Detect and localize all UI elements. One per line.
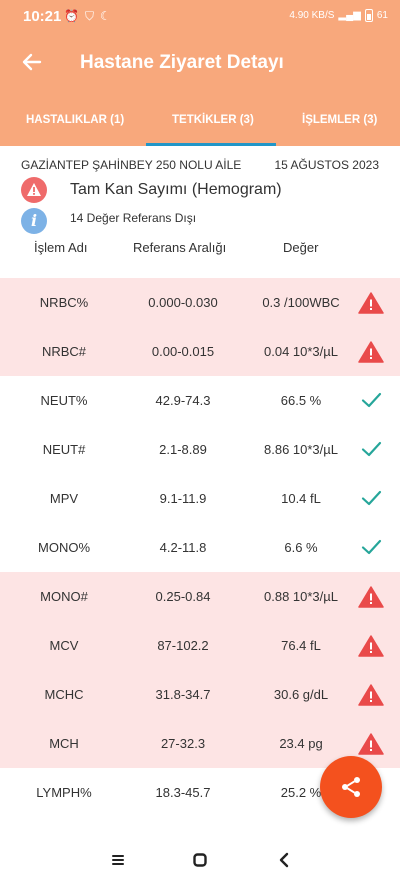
test-value: 10.4 fL [281,491,321,506]
reference-range: 0.00-0.015 [151,344,215,359]
alarm-icon: ⏰ [64,9,79,23]
test-code: LYMPH% [36,785,92,800]
back-chevron-icon[interactable] [276,852,292,868]
status-indicators: ⏰ ⛉ ☾ [64,9,111,23]
check-icon [361,441,382,457]
table-row: NRBC% 0.000-0.030 0.3 /100WBC [0,278,400,327]
reference-range: 0.25-0.84 [155,589,211,604]
facility-name: GAZİANTEP ŞAHİNBEY 250 NOLU AİLE [21,158,242,172]
vpn-shield-icon: ⛉ [84,9,94,23]
reference-range: 27-32.3 [160,736,206,751]
battery-icon [364,9,373,22]
visit-date: 15 AĞUSTOS 2023 [274,158,379,172]
tab-bar: HASTALIKLAR (1) TETKİKLER (3) İŞLEMLER (… [0,96,400,146]
check-icon [361,490,382,506]
moon-icon: ☾ [99,9,111,23]
test-value: 0.88 10*3/µL [264,589,338,604]
test-value: 30.6 g/dL [273,687,329,702]
test-value: 66.5 % [280,393,322,408]
system-nav-bar [0,834,400,888]
recents-icon[interactable] [110,852,126,868]
check-icon [361,392,382,408]
out-of-range-count: 14 Değer Referans Dışı [70,211,197,225]
warning-icon [358,733,384,755]
reference-range: 2.1-8.89 [159,442,207,457]
table-row: MCV 87-102.2 76.4 fL [0,621,400,670]
visit-info: GAZİANTEP ŞAHİNBEY 250 NOLU AİLE 15 AĞUS… [0,146,400,278]
reference-range: 9.1-11.9 [159,491,207,506]
warning-icon [358,684,384,706]
table-row: MONO# 0.25-0.84 0.88 10*3/µL [0,572,400,621]
table-row: MPV 9.1-11.9 10.4 fL [0,474,400,523]
share-button[interactable] [320,756,382,818]
network-speed: 4.90 KB/S [289,10,335,21]
reference-range: 0.000-0.030 [148,295,218,310]
share-icon [342,777,360,797]
test-value: 23.4 pg [279,736,323,751]
test-code: NEUT% [40,393,88,408]
test-code: MCV [49,638,79,653]
test-code: MONO% [38,540,90,555]
reference-range: 87-102.2 [157,638,209,653]
header-deger: Değer [283,240,319,255]
header-islem-adi: İşlem Adı [34,240,88,255]
page-title: Hastane Ziyaret Detayı [80,52,284,73]
signal-icon: ▂▄▆ [338,10,361,21]
status-bar: 10:21 ⏰ ⛉ ☾ 4.90 KB/S ▂▄▆ 61 [0,0,400,32]
test-code: MPV [49,491,79,506]
test-code: NRBC# [41,344,87,359]
test-code: MONO# [40,589,88,604]
info-icon: i [21,208,47,234]
reference-range: 42.9-74.3 [155,393,211,408]
test-value: 8.86 10*3/µL [264,442,338,457]
table-row: NEUT# 2.1-8.89 8.86 10*3/µL [0,425,400,474]
warning-icon [358,586,384,608]
test-value: 76.4 fL [281,638,321,653]
warning-icon [358,341,384,363]
test-value: 0.04 10*3/µL [264,344,338,359]
test-name: Tam Kan Sayımı (Hemogram) [70,181,282,198]
status-time: 10:21 [23,8,62,25]
status-right: 4.90 KB/S ▂▄▆ 61 [289,9,388,22]
test-code: MCHC [44,687,84,702]
tab-islemler[interactable]: İŞLEMLER (3) [302,114,377,126]
app-bar: Hastane Ziyaret Detayı [0,32,400,96]
battery-level: 61 [376,10,388,21]
table-row: MCHC 31.8-34.7 30.6 g/dL [0,670,400,719]
test-value: 0.3 /100WBC [262,295,340,310]
test-code: NEUT# [42,442,86,457]
warning-icon [358,292,384,314]
reference-range: 31.8-34.7 [155,687,211,702]
table-row: NEUT% 42.9-74.3 66.5 % [0,376,400,425]
test-value: 6.6 % [284,540,318,555]
tab-tetkikler[interactable]: TETKİKLER (3) [172,114,254,126]
test-code: NRBC% [39,295,89,310]
results-list: NRBC% 0.000-0.030 0.3 /100WBC NRBC# 0.00-0.0… [0,278,400,817]
reference-range: 4.2-11.8 [159,540,207,555]
tab-hastaliklar[interactable]: HASTALIKLAR (1) [26,114,124,126]
test-code: MCH [49,736,79,751]
warning-icon [358,635,384,657]
warning-circle-icon [21,177,47,203]
header-referans-araligi: Referans Aralığı [133,240,227,255]
table-row: MONO% 4.2-11.8 6.6 % [0,523,400,572]
home-icon[interactable] [192,852,208,868]
arrow-left-icon[interactable] [20,50,44,74]
table-row: NRBC# 0.00-0.015 0.04 10*3/µL [0,327,400,376]
reference-range: 18.3-45.7 [155,785,211,800]
check-icon [361,539,382,555]
